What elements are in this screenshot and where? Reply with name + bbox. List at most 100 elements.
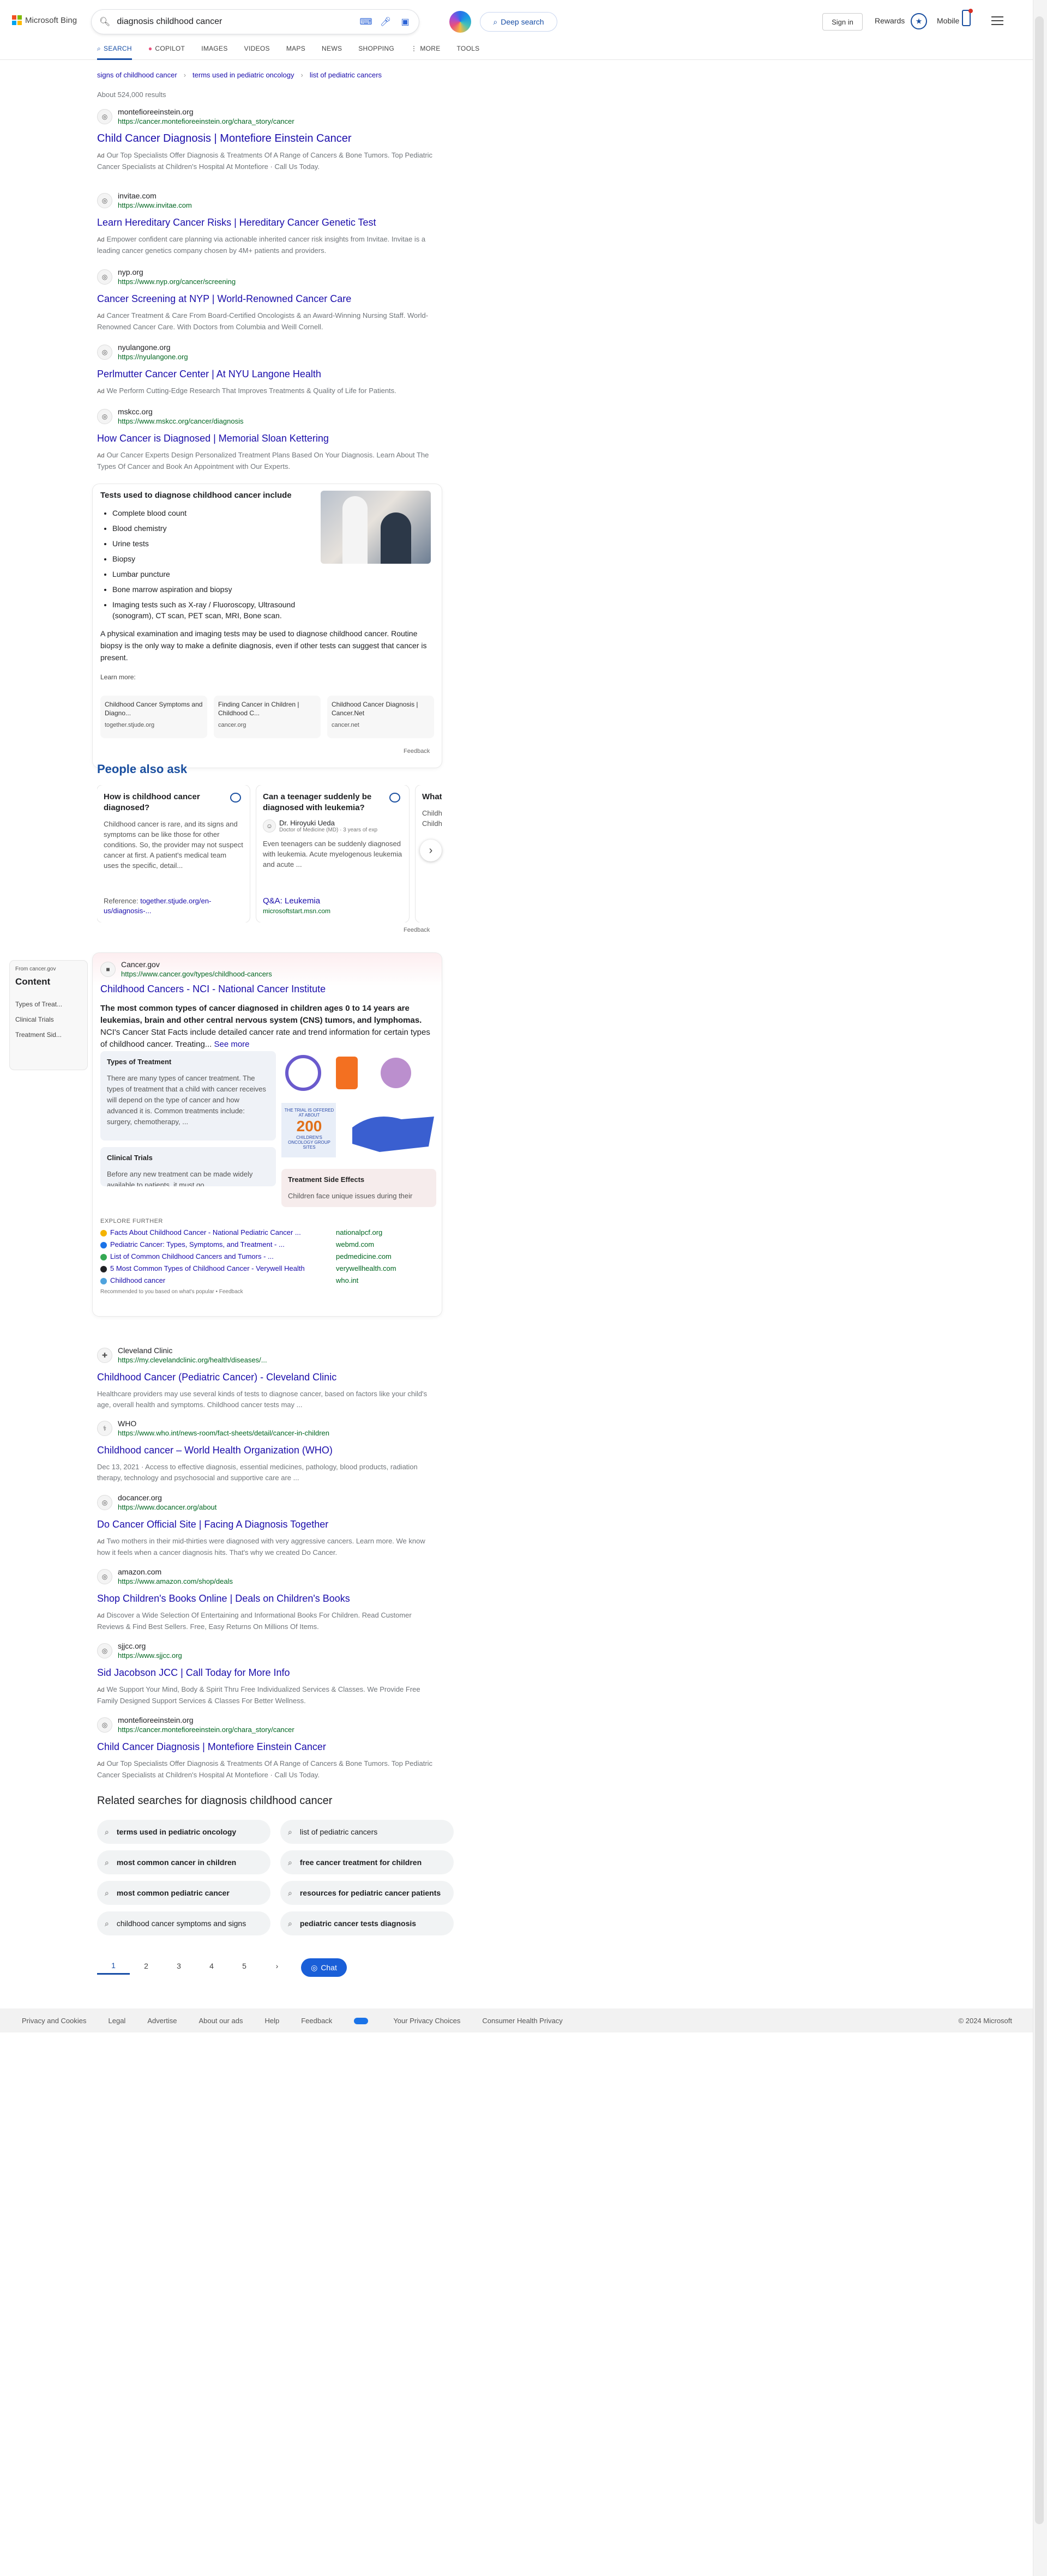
paa-card[interactable]: Can a teenager suddenly be diagnosed wit…	[256, 785, 409, 922]
footer-link[interactable]: About our ads	[199, 2017, 243, 2025]
footer-link[interactable]: Consumer Health Privacy	[482, 2017, 562, 2025]
tab-more[interactable]: ⋮ MORE	[411, 45, 441, 60]
related-chip[interactable]: list of pediatric cancers	[310, 71, 382, 79]
result-title[interactable]: Do Cancer Official Site | Facing A Diagn…	[97, 1517, 435, 1531]
trials-section[interactable]: Clinical Trials Before any new treatment…	[100, 1147, 276, 1186]
footer-link[interactable]: Privacy and Cookies	[22, 2017, 87, 2025]
footer-link[interactable]: Feedback	[301, 2017, 332, 2025]
result-title[interactable]: Child Cancer Diagnosis | Montefiore Eins…	[97, 131, 435, 146]
explore-row[interactable]: Childhood cancer who.int	[100, 1276, 434, 1284]
side-effects-section[interactable]: Treatment Side Effects Children face uni…	[281, 1169, 436, 1207]
scrollbar-thumb[interactable]	[1035, 16, 1044, 2524]
result-url[interactable]: https://www.cancer.gov/types/childhood-c…	[121, 969, 272, 979]
related-search-chip[interactable]: ⌕ resources for pediatric cancer patients	[280, 1881, 454, 1905]
learn-more-card[interactable]: Finding Cancer in Children | Childhood C…	[214, 696, 321, 738]
search-box[interactable]: 🔍︎ diagnosis childhood cancer ⌨ 🎤︎ ▣	[92, 10, 419, 34]
related-chip[interactable]: terms used in pediatric oncology	[192, 71, 294, 79]
search-result: ◎ amazon.com https://www.amazon.com/shop/…	[97, 1567, 435, 1632]
footer-link[interactable]: Advertise	[147, 2017, 177, 2025]
result-title[interactable]: Child Cancer Diagnosis | Montefiore Eins…	[97, 1740, 435, 1754]
result-url[interactable]: https://www.docancer.org/about	[118, 1503, 216, 1512]
result-title[interactable]: Shop Children's Books Online | Deals on …	[97, 1591, 435, 1606]
footer-link[interactable]: Help	[264, 2017, 279, 2025]
answer-image[interactable]	[321, 491, 431, 564]
rewards-label[interactable]: Rewards	[875, 16, 905, 25]
footer-link[interactable]: Your Privacy Choices	[354, 2017, 460, 2025]
related-search-chip[interactable]: ⌕ terms used in pediatric oncology	[97, 1820, 270, 1844]
result-title[interactable]: Cancer Screening at NYP | World-Renowned…	[97, 292, 435, 306]
tab-videos[interactable]: VIDEOS	[244, 45, 270, 60]
result-title[interactable]: Childhood cancer – World Health Organiza…	[97, 1443, 435, 1457]
page-link[interactable]: 1	[97, 1961, 130, 1975]
result-url[interactable]: https://www.amazon.com/shop/deals	[118, 1577, 233, 1586]
related-search-chip[interactable]: ⌕ most common cancer in children	[97, 1850, 270, 1874]
chat-icon[interactable]	[230, 793, 241, 803]
result-url[interactable]: https://nyulangone.org	[118, 352, 188, 361]
related-search-chip[interactable]: ⌕ most common pediatric cancer	[97, 1881, 270, 1905]
deep-search-button[interactable]: ⌕ Deep search	[480, 12, 557, 32]
result-title[interactable]: Childhood Cancer (Pediatric Cancer) - Cl…	[97, 1370, 435, 1384]
explore-row[interactable]: Facts About Childhood Cancer - National …	[100, 1228, 434, 1236]
microphone-icon[interactable]: 🎤︎	[380, 16, 392, 28]
result-url[interactable]: https://www.sjjcc.org	[118, 1651, 182, 1660]
page-link[interactable]: 2	[130, 1962, 163, 1974]
chat-icon[interactable]	[389, 793, 400, 803]
paa-card[interactable]: How is childhood cancer diagnosed? Child…	[97, 785, 250, 922]
result-title[interactable]: Childhood Cancers - NCI - National Cance…	[100, 982, 434, 996]
tab-search[interactable]: ⌕ SEARCH	[97, 45, 132, 60]
infographic-caption: THE TRIAL IS OFFERED AT ABOUT 200 CHILDR…	[284, 1108, 334, 1150]
result-url[interactable]: https://www.who.int/news-room/fact-sheet…	[118, 1428, 329, 1438]
sidenav-item[interactable]: Clinical Trials	[15, 1016, 82, 1023]
sign-in-button[interactable]: Sign in	[822, 13, 863, 31]
tab-images[interactable]: IMAGES	[201, 45, 227, 60]
page-link[interactable]: 5	[228, 1962, 261, 1974]
search-result: ◎ invitae.com https://www.invitae.com Lea…	[97, 191, 435, 256]
result-url[interactable]: https://my.clevelandclinic.org/health/di…	[118, 1355, 267, 1365]
related-search-chip[interactable]: ⌕ childhood cancer symptoms and signs	[97, 1911, 270, 1935]
tab-news[interactable]: NEWS	[322, 45, 342, 60]
chat-button[interactable]: ◎ Chat	[301, 1958, 347, 1977]
page-link[interactable]: 3	[163, 1962, 195, 1974]
keyboard-icon[interactable]: ⌨	[359, 16, 372, 28]
result-title[interactable]: How Cancer is Diagnosed | Memorial Sloan…	[97, 431, 435, 445]
copilot-icon[interactable]	[449, 11, 471, 33]
result-title[interactable]: Perlmutter Cancer Center | At NYU Langon…	[97, 367, 435, 381]
rewards-icon[interactable]: ★	[911, 13, 927, 29]
tab-tools[interactable]: TOOLS	[457, 45, 480, 60]
sidenav-item[interactable]: Types of Treat...	[15, 1000, 82, 1008]
result-url[interactable]: https://www.mskcc.org/cancer/diagnosis	[118, 417, 243, 426]
related-search-chip[interactable]: ⌕ pediatric cancer tests diagnosis	[280, 1911, 454, 1935]
sidenav-item[interactable]: Treatment Sid...	[15, 1031, 82, 1039]
bing-logo[interactable]: Microsoft Bing	[12, 15, 77, 25]
feedback-link[interactable]: Feedback	[404, 748, 430, 755]
result-url[interactable]: https://www.nyp.org/cancer/screening	[118, 277, 236, 286]
related-chip[interactable]: signs of childhood cancer	[97, 71, 177, 79]
explore-row[interactable]: Pediatric Cancer: Types, Symptoms, and T…	[100, 1240, 434, 1248]
learn-more-card[interactable]: Childhood Cancer Symptoms and Diagno... t…	[100, 696, 207, 738]
next-page-icon[interactable]: ›	[261, 1962, 293, 1974]
related-search-chip[interactable]: ⌕ list of pediatric cancers	[280, 1820, 454, 1844]
explore-row[interactable]: List of Common Childhood Cancers and Tum…	[100, 1252, 434, 1260]
treatment-section[interactable]: Types of Treatment There are many types …	[100, 1051, 276, 1141]
learn-more-card[interactable]: Childhood Cancer Diagnosis | Cancer.Net c…	[327, 696, 434, 738]
carousel-next-icon[interactable]: ›	[420, 840, 442, 861]
related-search-chip[interactable]: ⌕ free cancer treatment for children	[280, 1850, 454, 1874]
visual-search-icon[interactable]: ▣	[399, 16, 411, 28]
result-url[interactable]: https://cancer.montefioreeinstein.org/ch…	[118, 1725, 294, 1734]
menu-icon[interactable]	[991, 16, 1003, 25]
explore-row[interactable]: 5 Most Common Types of Childhood Cancer …	[100, 1264, 434, 1272]
result-url[interactable]: https://www.invitae.com	[118, 201, 192, 210]
tab-copilot[interactable]: ● COPILOT	[148, 45, 185, 60]
page-link[interactable]: 4	[195, 1962, 228, 1974]
feedback-link[interactable]: Feedback	[404, 927, 430, 933]
tab-maps[interactable]: MAPS	[286, 45, 305, 60]
result-url[interactable]: https://cancer.montefioreeinstein.org/ch…	[118, 117, 294, 126]
search-input[interactable]: diagnosis childhood cancer	[110, 17, 352, 27]
footer-link[interactable]: Legal	[109, 2017, 126, 2025]
result-title[interactable]: Sid Jacobson JCC | Call Today for More I…	[97, 1666, 435, 1680]
infographic-image[interactable]: THE TRIAL IS OFFERED AT ABOUT 200 CHILDR…	[281, 1051, 436, 1160]
tab-shopping[interactable]: SHOPPING	[358, 45, 394, 60]
result-title[interactable]: Learn Hereditary Cancer Risks | Heredita…	[97, 215, 435, 230]
mobile-label[interactable]: Mobile	[937, 16, 959, 25]
see-more-link[interactable]: See more	[214, 1040, 249, 1049]
